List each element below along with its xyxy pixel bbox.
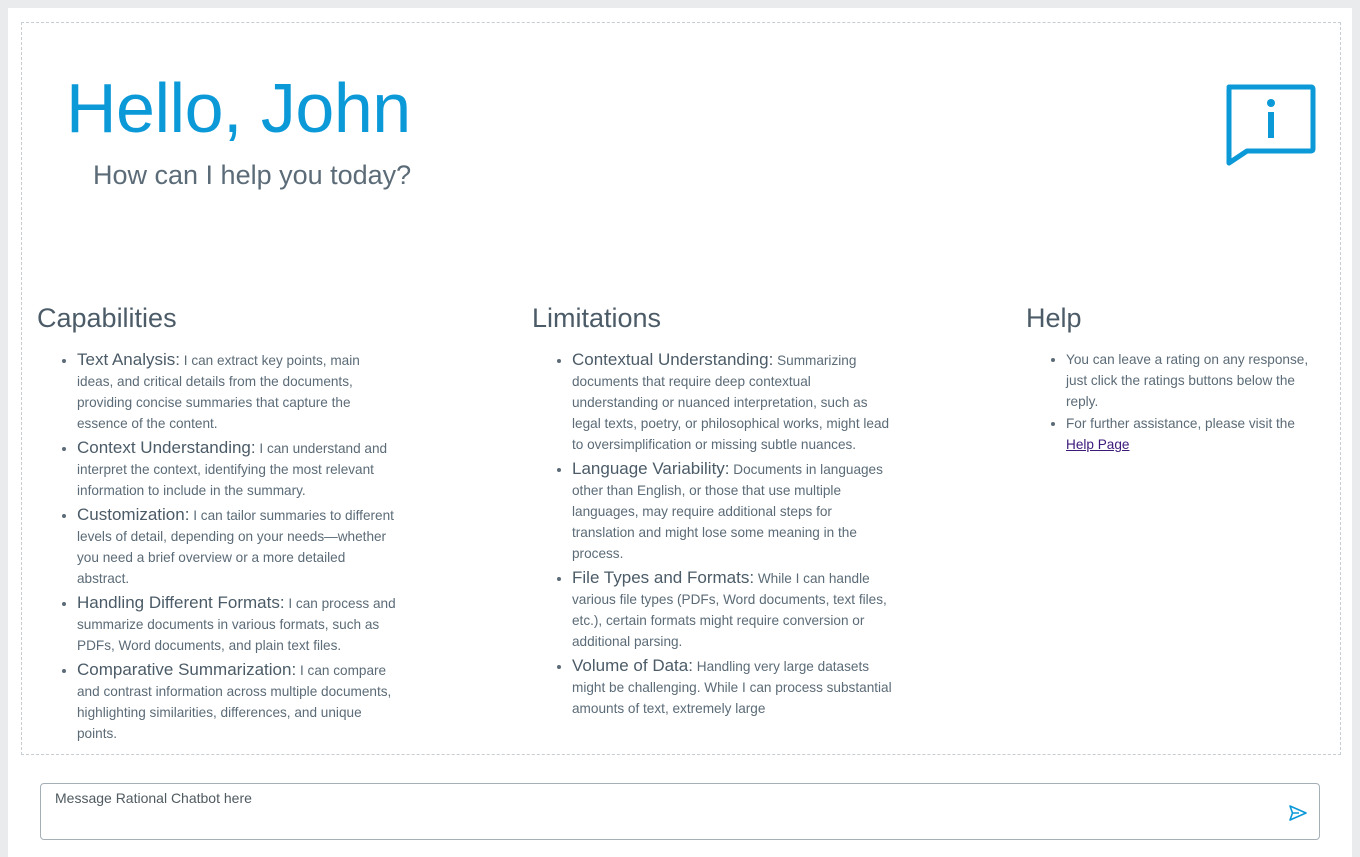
list-item: Context Understanding: I can understand … [77,437,397,501]
item-term: Language Variability: [572,459,730,478]
item-term: Text Analysis: [77,350,180,369]
list-item: Comparative Summarization: I can compare… [77,659,397,744]
help-section: Help You can leave a rating on any respo… [1026,299,1316,456]
send-button[interactable] [1287,802,1309,824]
item-term: Contextual Understanding: [572,350,774,369]
chatbot-app: Hello, John How can I help you today? Ca… [8,8,1352,857]
help-page-link[interactable]: Help Page [1066,437,1129,452]
welcome-panel: Hello, John How can I help you today? Ca… [21,22,1341,755]
message-input[interactable] [55,790,1275,830]
list-item: Text Analysis: I can extract key points,… [77,349,397,434]
item-term: Handling Different Formats: [77,593,285,612]
item-term: Context Understanding: [77,438,256,457]
greeting-subtitle: How can I help you today? [93,160,412,190]
list-item: Handling Different Formats: I can proces… [77,592,397,656]
capabilities-list: Text Analysis: I can extract key points,… [37,349,397,744]
list-item: Language Variability: Documents in langu… [572,458,892,564]
capabilities-section: Capabilities Text Analysis: I can extrac… [37,299,397,747]
list-item: For further assistance, please visit the… [1066,413,1316,455]
speech-bubble-info-icon[interactable] [1223,83,1317,167]
item-text: You can leave a rating on any response, … [1066,352,1309,409]
limitations-heading: Limitations [532,303,662,333]
item-text: For further assistance, please visit the [1066,416,1295,431]
list-item: File Types and Formats: While I can hand… [572,567,892,652]
limitations-section: Limitations Contextual Understanding: Su… [532,299,892,722]
item-term: Volume of Data: [572,656,693,675]
send-icon [1289,805,1307,821]
item-term: Customization: [77,505,190,524]
capabilities-heading: Capabilities [37,303,177,333]
list-item: Contextual Understanding: Summarizing do… [572,349,892,455]
limitations-list: Contextual Understanding: Summarizing do… [532,349,892,719]
item-term: File Types and Formats: [572,568,755,587]
item-term: Comparative Summarization: [77,660,297,679]
help-list: You can leave a rating on any response, … [1026,349,1316,455]
message-composer [40,783,1320,840]
list-item: Customization: I can tailor summaries to… [77,504,397,589]
help-heading: Help [1026,303,1082,333]
list-item: Volume of Data: Handling very large data… [572,655,892,719]
list-item: You can leave a rating on any response, … [1066,349,1316,412]
greeting-title: Hello, John [66,69,411,147]
